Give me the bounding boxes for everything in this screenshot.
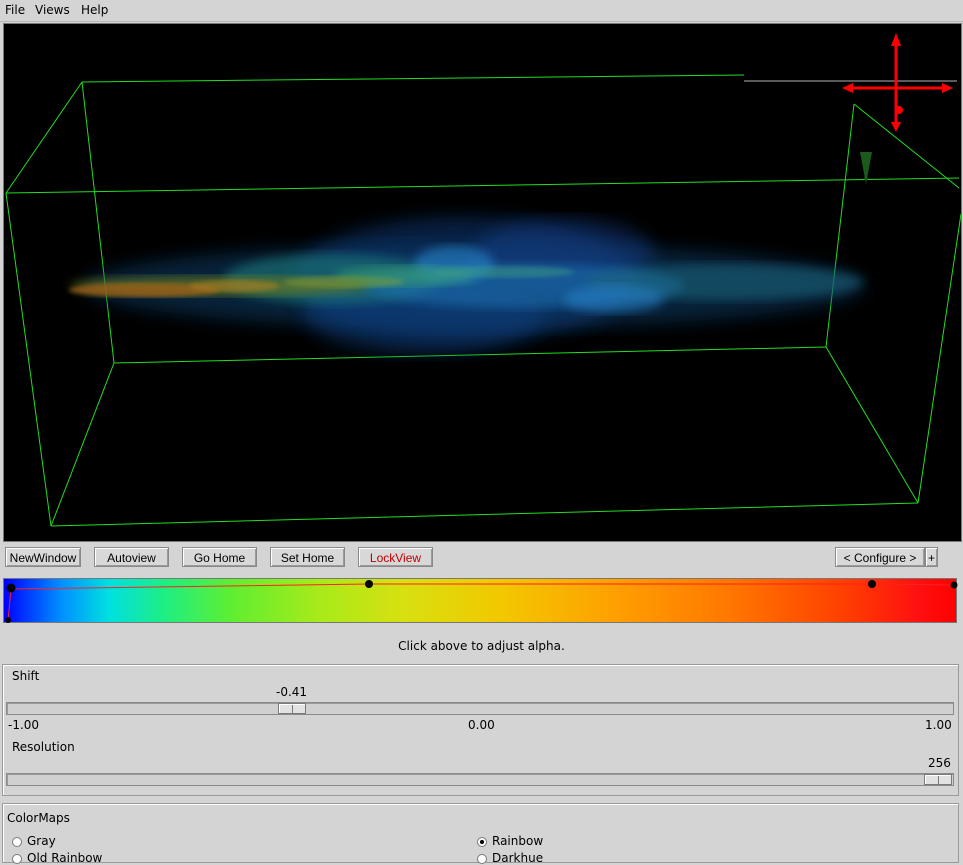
- menu-help-label: Help: [81, 3, 109, 17]
- radio-gray-label: Gray: [27, 834, 56, 848]
- alpha-control-point[interactable]: [365, 580, 373, 588]
- resolution-label: Resolution: [12, 740, 75, 754]
- radio-gray[interactable]: [12, 837, 22, 847]
- set-home-button[interactable]: Set Home: [270, 547, 345, 567]
- colormap-alpha-editor[interactable]: [3, 578, 958, 623]
- alpha-control-point[interactable]: [6, 583, 16, 593]
- menu-file[interactable]: File: [5, 3, 25, 17]
- alpha-control-point[interactable]: [868, 580, 876, 588]
- menu-bar: File Views Help: [0, 0, 963, 22]
- configure-button[interactable]: < Configure >: [835, 547, 925, 567]
- autoview-button[interactable]: Autoview: [94, 547, 169, 567]
- radio-old-rainbow-label: Old Rainbow: [27, 851, 103, 865]
- volume-scene: [5, 33, 961, 527]
- alpha-curve: [5, 580, 958, 623]
- lock-view-button[interactable]: LockView: [358, 547, 433, 567]
- menu-views-label: Views: [35, 3, 70, 17]
- colormaps-title: ColorMaps: [7, 811, 70, 825]
- alpha-control-point[interactable]: [5, 617, 11, 623]
- shift-resolution-panel: Shift -0.41 -1.00 0.00 1.00 Resolution 2…: [2, 664, 959, 796]
- menu-help[interactable]: Help: [81, 3, 108, 17]
- shift-label: Shift: [12, 669, 40, 683]
- shift-value: -0.41: [276, 685, 308, 699]
- colormaps-panel: ColorMaps Gray Rainbow Old Rainbow Darkh…: [2, 803, 959, 865]
- volume-cloud: [69, 217, 864, 354]
- view-toolbar: NewWindow Autoview Go Home Set Home Lock…: [0, 543, 963, 571]
- shift-max-label: 1.00: [925, 718, 952, 732]
- render-viewport[interactable]: [3, 23, 962, 542]
- shift-min-label: -1.00: [8, 718, 40, 732]
- alpha-hint-text: Click above to adjust alpha.: [398, 639, 565, 653]
- resolution-slider-thumb[interactable]: [924, 774, 952, 785]
- alpha-control-point[interactable]: [950, 581, 958, 589]
- shift-slider[interactable]: [6, 702, 954, 715]
- radio-rainbow[interactable]: [477, 837, 487, 847]
- menu-views[interactable]: Views: [35, 3, 70, 17]
- radio-rainbow-label: Rainbow: [492, 834, 544, 848]
- resolution-value: 256: [928, 756, 951, 770]
- menu-file-label: File: [5, 3, 26, 17]
- radio-darkhue-label: Darkhue: [492, 851, 544, 865]
- shift-slider-thumb[interactable]: [278, 703, 306, 714]
- go-home-button[interactable]: Go Home: [182, 547, 257, 567]
- shift-mid-label: 0.00: [468, 718, 495, 732]
- new-window-button[interactable]: NewWindow: [5, 547, 81, 567]
- expand-plus-button[interactable]: +: [925, 547, 938, 567]
- resolution-slider[interactable]: [6, 773, 954, 786]
